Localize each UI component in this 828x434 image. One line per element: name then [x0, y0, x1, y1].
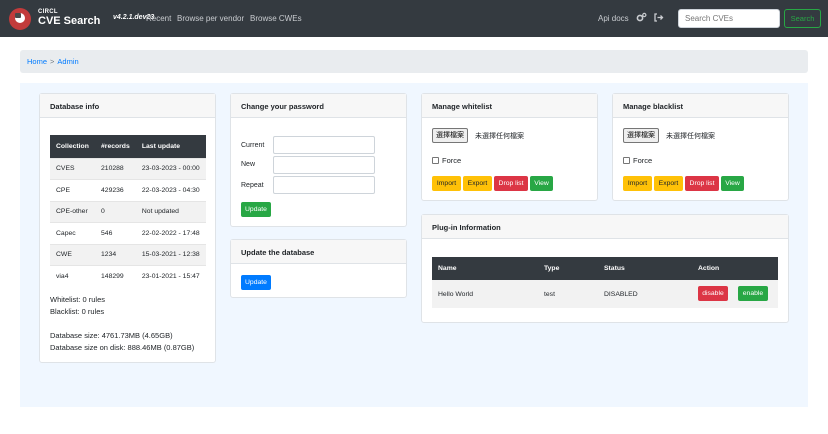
- whitelist-drop-button[interactable]: Drop list: [494, 176, 528, 191]
- nav-browse-vendor[interactable]: Browse per vendor: [177, 14, 244, 23]
- database-info-card: Database info Collection #records Last u…: [39, 93, 216, 363]
- plugin-enable-button[interactable]: enable: [738, 286, 768, 301]
- new-password-label: New: [241, 161, 256, 168]
- change-password-card: Change your password Current New Repeat …: [230, 93, 407, 227]
- blacklist-export-button[interactable]: Export: [654, 176, 683, 191]
- update-database-card: Update the database Update: [230, 239, 407, 298]
- table-row: via4 148299 23-01-2021 - 15:47: [50, 265, 206, 287]
- plugin-actions: disable enable: [692, 280, 778, 308]
- cell: 23-03-2023 - 00:00: [135, 157, 206, 180]
- table-row: Capec 546 22-02-2022 - 17:48: [50, 222, 206, 244]
- column-header: Status: [598, 257, 692, 280]
- whitelist-count: Whitelist: 0 rules: [50, 295, 106, 304]
- cell: 22-03-2023 - 04:30: [135, 179, 206, 201]
- cell: 429236: [95, 179, 136, 201]
- whitelist-file-button[interactable]: 選擇檔案: [432, 128, 468, 143]
- blacklist-file-status: 未選擇任何檔案: [666, 133, 715, 140]
- cell: CPE-other: [50, 200, 96, 223]
- breadcrumb-home[interactable]: Home: [27, 57, 47, 66]
- search-input[interactable]: [678, 9, 780, 28]
- navbar: CIRCL CVE Search v4.2.1.dev23 Recent Bro…: [0, 0, 828, 37]
- nav-browse-cwes[interactable]: Browse CWEs: [250, 14, 302, 23]
- breadcrumb-separator: >: [50, 57, 55, 66]
- plugin-status: DISABLED: [598, 280, 692, 308]
- column-header: #records: [95, 135, 136, 158]
- search-button[interactable]: Search: [784, 9, 821, 28]
- whitelist-import-button[interactable]: Import: [432, 176, 461, 191]
- nav-api-docs[interactable]: Api docs: [598, 14, 629, 23]
- brand-name[interactable]: CVE Search: [38, 15, 100, 27]
- breadcrumb: Home > Admin: [20, 50, 808, 73]
- column-header: Collection: [50, 135, 96, 158]
- table-row: CWE 1234 15-03-2021 - 12:38: [50, 243, 206, 266]
- blacklist-drop-button[interactable]: Drop list: [685, 176, 719, 191]
- plugin-disable-button[interactable]: disable: [698, 286, 728, 301]
- plugin-table: Name Type Status Action Hello World test…: [432, 257, 778, 308]
- whitelist-export-button[interactable]: Export: [463, 176, 492, 191]
- current-password-field[interactable]: [273, 136, 375, 154]
- new-password-field[interactable]: [273, 156, 375, 174]
- table-row: CPE 429236 22-03-2023 - 04:30: [50, 179, 206, 201]
- blacklist-force-checkbox[interactable]: [623, 157, 630, 164]
- update-password-button[interactable]: Update: [241, 202, 271, 217]
- column-header: Name: [432, 257, 538, 280]
- column-header: Type: [538, 257, 598, 280]
- current-password-label: Current: [241, 142, 265, 149]
- manage-whitelist-card: Manage whitelist 選擇檔案 未選擇任何檔案 Force Impo…: [421, 93, 598, 201]
- manage-whitelist-title: Manage whitelist: [422, 94, 597, 118]
- column-header: Last update: [135, 135, 206, 158]
- database-info-title: Database info: [40, 94, 215, 118]
- cell: Not updated: [135, 200, 206, 223]
- database-size: Database size: 4761.73MB (4.65GB): [50, 331, 173, 340]
- logo-detail: [15, 13, 21, 18]
- plugin-info-title: Plug-in Information: [422, 215, 788, 239]
- column-header: Action: [692, 257, 778, 280]
- cell: 0: [95, 200, 136, 223]
- plugin-name: Hello World: [432, 280, 538, 308]
- update-database-title: Update the database: [231, 240, 406, 264]
- table-row: CVES 210288 23-03-2023 - 00:00: [50, 157, 206, 180]
- blacklist-force-label: Force: [633, 156, 653, 165]
- table-row: CPE-other 0 Not updated: [50, 200, 206, 223]
- manage-blacklist-title: Manage blacklist: [613, 94, 788, 118]
- cell: 1234: [95, 243, 136, 266]
- plugin-info-card: Plug-in Information Name Type Status Act…: [421, 214, 789, 323]
- whitelist-force-label: Force: [442, 156, 462, 165]
- plugin-type: test: [538, 280, 598, 308]
- cell: 546: [95, 222, 136, 244]
- blacklist-file-button[interactable]: 選擇檔案: [623, 128, 659, 143]
- sign-out-icon[interactable]: [653, 12, 664, 23]
- whitelist-view-button[interactable]: View: [530, 176, 553, 191]
- cell: 210288: [95, 157, 136, 180]
- breadcrumb-admin[interactable]: Admin: [57, 57, 78, 66]
- database-table: Collection #records Last update CVES 2102…: [50, 135, 206, 287]
- cell: CVES: [50, 157, 96, 180]
- blacklist-import-button[interactable]: Import: [623, 176, 652, 191]
- blacklist-count: Blacklist: 0 rules: [50, 307, 105, 316]
- cell: CWE: [50, 243, 96, 266]
- change-password-title: Change your password: [231, 94, 406, 118]
- update-database-button[interactable]: Update: [241, 275, 271, 290]
- manage-blacklist-card: Manage blacklist 選擇檔案 未選擇任何檔案 Force Impo…: [612, 93, 789, 201]
- blacklist-view-button[interactable]: View: [721, 176, 744, 191]
- database-size-disk: Database size on disk: 888.46MB (0.87GB): [50, 343, 195, 352]
- cell: Capec: [50, 222, 96, 244]
- cell: 15-03-2021 - 12:38: [135, 243, 206, 266]
- gears-icon[interactable]: [636, 12, 647, 23]
- repeat-password-field[interactable]: [273, 176, 375, 194]
- nav-recent[interactable]: Recent: [146, 14, 171, 23]
- brand-logo[interactable]: CIRCL CVE Search: [7, 4, 117, 32]
- cell: 22-02-2022 - 17:48: [135, 222, 206, 244]
- whitelist-force-checkbox[interactable]: [432, 157, 439, 164]
- cell: 23-01-2021 - 15:47: [135, 265, 206, 287]
- repeat-password-label: Repeat: [241, 182, 264, 189]
- whitelist-file-status: 未選擇任何檔案: [475, 133, 524, 140]
- circl-logo-icon: [9, 8, 31, 30]
- cell: 148299: [95, 265, 136, 287]
- table-row: Hello World test DISABLED disable enable: [432, 280, 778, 308]
- cell: via4: [50, 265, 96, 287]
- cell: CPE: [50, 179, 96, 201]
